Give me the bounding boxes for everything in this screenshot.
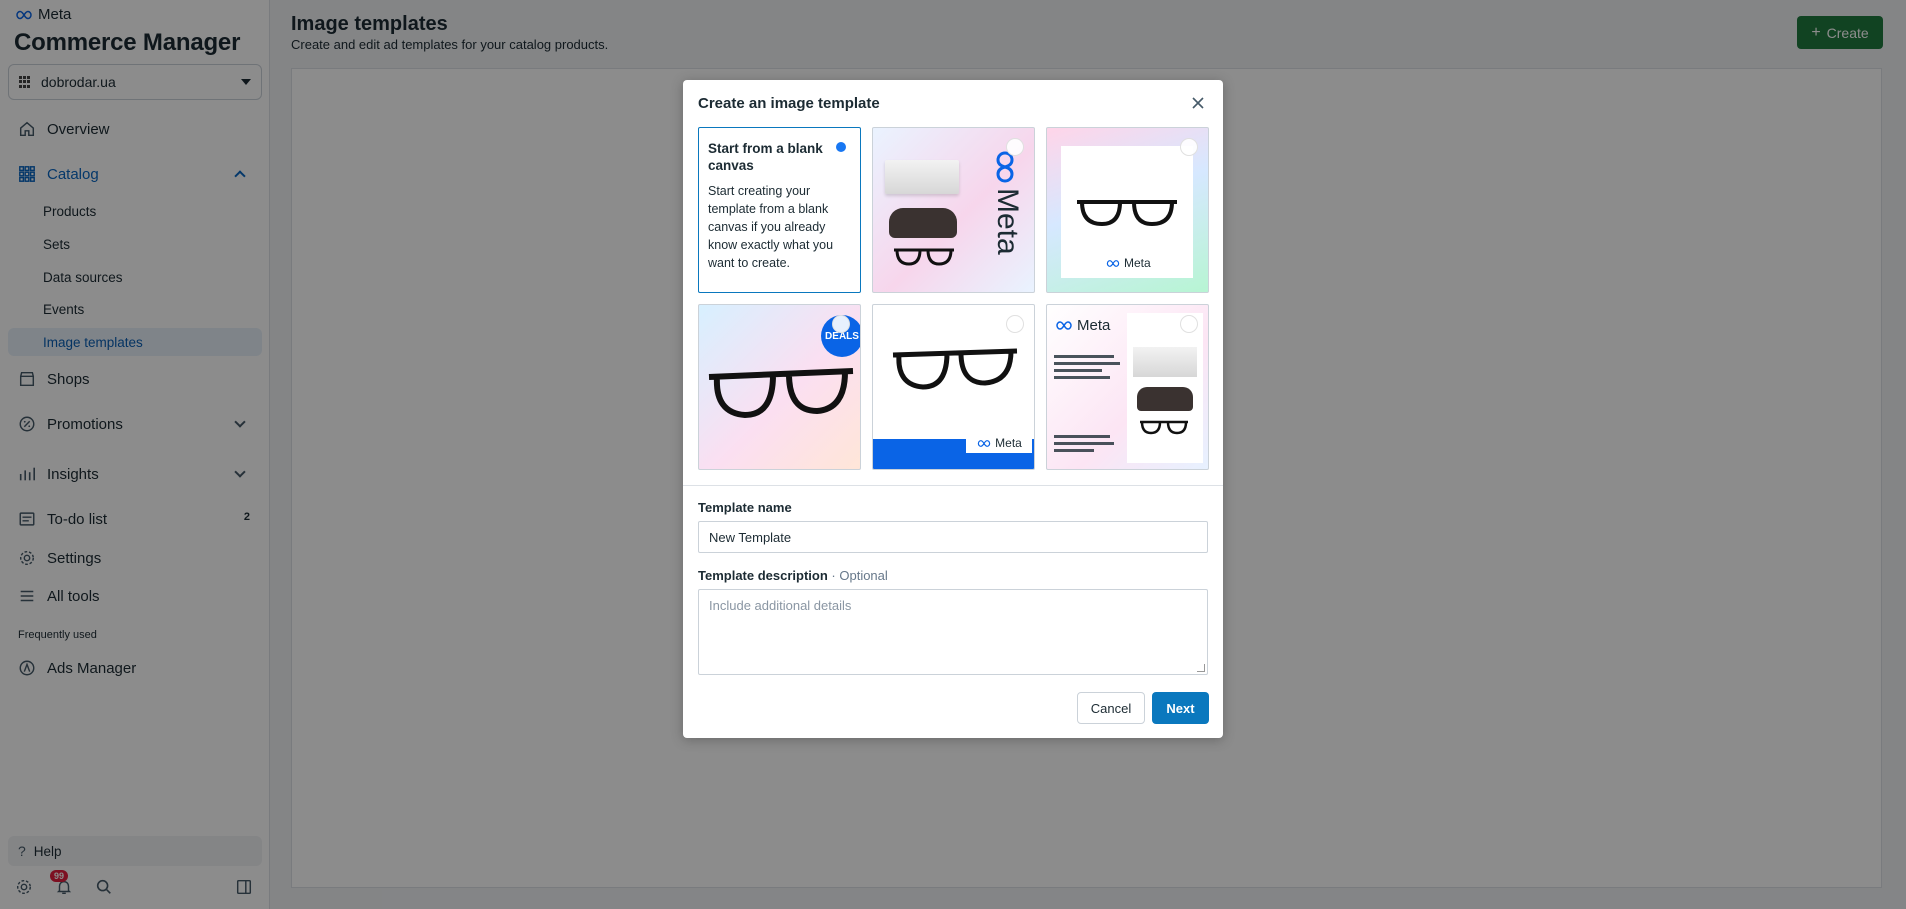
meta-header: Meta — [1054, 317, 1110, 334]
resize-handle-icon[interactable] — [1197, 664, 1205, 672]
radio-unselected[interactable] — [1006, 138, 1024, 156]
next-button[interactable]: Next — [1152, 692, 1209, 724]
radio-unselected[interactable] — [832, 315, 850, 333]
template-name-input[interactable]: New Template — [698, 521, 1208, 553]
white-card: Meta — [1061, 146, 1193, 278]
radio-unselected[interactable] — [1006, 315, 1024, 333]
radio-unselected[interactable] — [1180, 138, 1198, 156]
optional-label: · Optional — [831, 568, 888, 583]
template-options: Start from a blank canvas Start creating… — [698, 127, 1209, 471]
meta-infinity-icon — [1106, 259, 1120, 267]
template-option-blue-strip[interactable]: Meta — [872, 304, 1035, 470]
meta-vertical-text: Meta — [991, 188, 1024, 255]
template-description-label-text: Template description — [698, 568, 828, 583]
product-panel — [1127, 313, 1203, 463]
glasses-image — [708, 368, 854, 419]
meta-tag-text: Meta — [1124, 256, 1151, 270]
template-option-meta-split[interactable]: Meta — [1046, 304, 1209, 470]
blank-canvas-description: Start creating your template from a blan… — [708, 184, 834, 270]
dialog-title: Create an image template — [698, 95, 880, 112]
radio-unselected[interactable] — [1180, 315, 1198, 333]
text-lines-graphic — [1054, 355, 1124, 383]
template-option-deals[interactable]: DEALS — [698, 304, 861, 470]
product-case-image — [885, 160, 959, 194]
blank-canvas-title: Start from a blank canvas — [708, 141, 823, 173]
template-description-textarea[interactable]: Include additional details — [698, 589, 1208, 675]
product-case-image — [1133, 347, 1197, 377]
divider — [683, 485, 1223, 486]
glasses-image — [1140, 420, 1188, 435]
meta-infinity-icon — [1056, 321, 1072, 330]
template-name-label: Template name — [698, 500, 792, 515]
template-option-meta-vertical[interactable]: Meta — [872, 127, 1035, 293]
glasses-image — [1077, 200, 1177, 227]
create-image-template-dialog: Create an image template Start from a bl… — [683, 80, 1223, 738]
glasses-image — [892, 348, 1018, 390]
meta-tag-text: Meta — [995, 436, 1022, 450]
meta-header-text: Meta — [1077, 317, 1111, 334]
product-pouch-image — [889, 208, 957, 238]
glasses-image — [894, 248, 954, 266]
template-option-white-card[interactable]: Meta — [1046, 127, 1209, 293]
meta-tag: Meta — [1105, 256, 1151, 270]
radio-selected[interactable] — [832, 138, 850, 156]
template-option-blank-canvas[interactable]: Start from a blank canvas Start creating… — [698, 127, 861, 293]
meta-tag: Meta — [966, 433, 1032, 453]
textarea-placeholder: Include additional details — [709, 598, 852, 613]
template-description-label: Template description · Optional — [698, 568, 888, 583]
text-lines-graphic — [1054, 435, 1124, 456]
meta-infinity-icon — [977, 439, 991, 447]
product-pouch-image — [1137, 387, 1193, 411]
cancel-button[interactable]: Cancel — [1077, 692, 1145, 724]
close-icon[interactable] — [1189, 94, 1207, 112]
